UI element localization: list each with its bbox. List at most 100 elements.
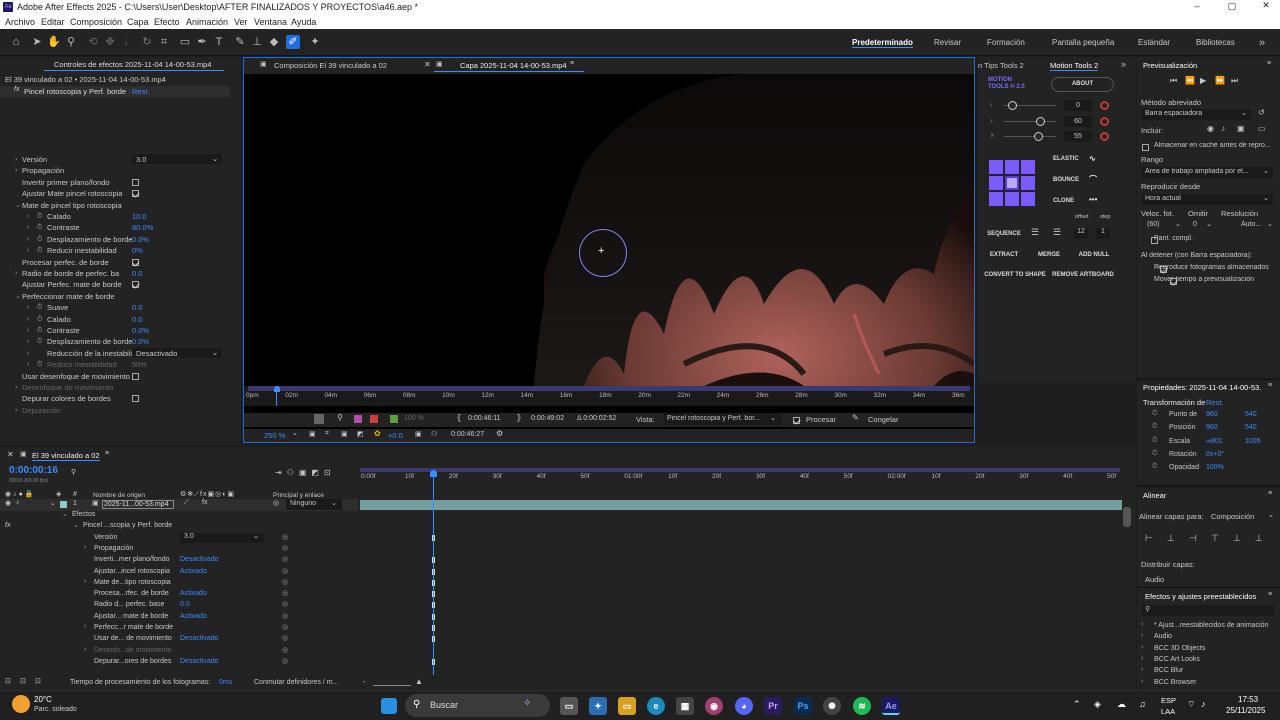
effect-prop-row[interactable]: ⌄ Perfeccionar mate de borde	[0, 291, 230, 302]
parent-link-header[interactable]: Principal y enlace	[273, 492, 324, 499]
roto-brush-tool-icon[interactable]: ✐	[286, 35, 300, 49]
properties-menu-icon[interactable]: ≡	[1268, 382, 1272, 389]
effect-prop-select[interactable]: Desactivado ⌄	[132, 347, 222, 358]
anchor-cell[interactable]	[1005, 176, 1019, 190]
effect-prop-row[interactable]: › Propagación	[0, 165, 230, 176]
out-point-icon[interactable]: ⦄	[516, 413, 522, 422]
timeline-switch-icons[interactable]: ⇥⚇▣◩⊡	[275, 468, 336, 477]
sequence-button[interactable]: SEQUENCE	[986, 227, 1022, 241]
twirl-icon[interactable]: ›	[84, 646, 86, 653]
property-value-1[interactable]: 100%	[1206, 464, 1224, 471]
dolly-tool-icon[interactable]: ↓	[119, 35, 133, 49]
effect-prop-value[interactable]: 10.0	[132, 211, 147, 222]
discord-icon[interactable]: ◕	[735, 697, 753, 715]
twirl-icon[interactable]: ›	[15, 165, 17, 176]
property-value-1[interactable]: 960	[1206, 411, 1218, 418]
tray-controller-icon[interactable]: ☁	[1117, 699, 1126, 710]
rectangle-tool-icon[interactable]: ▭	[178, 35, 192, 49]
effect-prop-row[interactable]: › ⏱ Desplazamiento de borde 0.0%	[0, 336, 230, 347]
sequence-left-icon[interactable]: ☰	[1031, 227, 1039, 238]
last-frame-icon[interactable]: ⏭	[1231, 76, 1238, 86]
timeline-tab[interactable]: El 39 vinculado a 02	[32, 451, 100, 461]
effect-prop-row[interactable]: ⌄ Mate de pincel tipo rotoscopia	[0, 200, 230, 211]
grid-icon[interactable]: ⌗	[325, 430, 329, 438]
show-snapshot-icon[interactable]: ⚇	[431, 430, 437, 438]
expand-icon[interactable]: ›	[1141, 678, 1143, 685]
effect-prop-checkbox[interactable]	[132, 258, 139, 266]
network-icon[interactable]: ⌔	[1187, 699, 1195, 710]
twirl-icon[interactable]: ⌄	[62, 510, 68, 518]
zoom-tool-icon[interactable]: ⚲	[64, 35, 78, 49]
property-value-1[interactable]: 960	[1206, 424, 1218, 431]
record-icon[interactable]	[1100, 116, 1109, 126]
stopwatch-icon[interactable]: ⏱	[37, 325, 42, 336]
effect-prop-row[interactable]: Usar desenfoque de movimiento	[0, 371, 230, 382]
effect-prop-value[interactable]: 0.0	[132, 314, 142, 325]
viewer-work-area[interactable]	[248, 386, 970, 391]
align-vcenter-icon[interactable]: ⊥	[1233, 533, 1241, 544]
effect-prop-row[interactable]: › ⏱ Contraste 80.0%	[0, 222, 230, 233]
effect-header-row[interactable]: fx Pincel rotoscopia y Perf. borde Rest.	[0, 86, 230, 97]
expression-pickwhip-icon[interactable]: ◎	[282, 544, 288, 552]
language-1[interactable]: ESP	[1161, 696, 1176, 705]
property-value-1[interactable]: ∞801	[1206, 438, 1223, 445]
motion-tools-tab[interactable]: Motion Tools 2	[1050, 61, 1099, 71]
effect-controls-tab[interactable]: Controles de efectos 2025-11-04 14-00-53…	[44, 59, 224, 71]
file-explorer-icon[interactable]: ▭	[618, 697, 636, 715]
in-point-icon[interactable]: ⦃	[456, 413, 462, 422]
effect-prop-checkbox[interactable]	[132, 178, 139, 186]
fast-preview-icon[interactable]	[314, 414, 324, 424]
twirl-icon[interactable]: ›	[15, 405, 17, 416]
stopwatch-icon[interactable]: ⏱	[37, 302, 42, 313]
timeline-prop-value[interactable]: Activado	[180, 568, 207, 575]
edge-icon[interactable]: e	[647, 697, 665, 715]
home-icon[interactable]: ⌂	[9, 35, 23, 49]
pen-tool-icon[interactable]: ✒	[195, 35, 209, 49]
timeline-prop-value[interactable]: Activado	[180, 590, 207, 597]
congelar-button[interactable]: Congelar	[868, 415, 898, 424]
color-swatch-green[interactable]	[390, 415, 398, 423]
anchor-cell[interactable]	[1005, 192, 1019, 206]
twirl-icon[interactable]: ›	[27, 325, 29, 336]
slider-knob[interactable]	[1008, 101, 1017, 110]
twirl-icon[interactable]: ›	[27, 359, 29, 370]
type-tool-icon[interactable]: T	[212, 35, 226, 49]
premiere-icon[interactable]: Pr	[764, 697, 782, 715]
freeze-icon[interactable]: ✎	[852, 413, 859, 422]
workspace-bibliotecas[interactable]: Bibliotecas	[1196, 38, 1235, 47]
anchor-cell[interactable]	[1021, 160, 1035, 174]
twirl-icon[interactable]: ›	[27, 222, 29, 233]
expand-icon[interactable]: ›	[1141, 632, 1143, 639]
effect-reset-link[interactable]: Rest.	[132, 87, 150, 96]
close-tab-icon[interactable]: ✕	[424, 60, 431, 69]
effect-prop-row[interactable]: › Versión 3.0 ⌄	[0, 154, 230, 165]
stopwatch-icon[interactable]: ⏱	[37, 314, 42, 325]
expression-pickwhip-icon[interactable]: ◎	[282, 533, 288, 541]
expand-icon[interactable]: ›	[1141, 621, 1143, 628]
spotify-icon[interactable]: ≋	[853, 697, 871, 715]
effect-prop-checkbox[interactable]	[132, 372, 139, 380]
menu-capa[interactable]: Capa	[127, 17, 149, 27]
expression-pickwhip-icon[interactable]: ◎	[282, 634, 288, 642]
brush-tool-icon[interactable]: ✎	[233, 35, 247, 49]
photoshop-icon[interactable]: Ps	[794, 697, 812, 715]
range-select[interactable]: Área de trabajo ampliada por el... ⌄	[1141, 167, 1273, 178]
clone-button[interactable]: CLONE •••	[1053, 194, 1113, 208]
stopwatch-icon[interactable]: ⏱	[37, 359, 42, 370]
expand-icon[interactable]: ›	[1141, 655, 1143, 662]
twirl-icon[interactable]: ›	[15, 154, 17, 165]
procesar-checkbox[interactable]	[793, 417, 800, 425]
menu-efecto[interactable]: Efecto	[154, 17, 180, 27]
align-top-icon[interactable]: ⊤	[1211, 533, 1219, 544]
layer-switches-header-icons[interactable]: ⚙✻⟋fx▣◎◐▣	[180, 490, 235, 499]
effect-prop-value[interactable]: 0.0	[132, 302, 142, 313]
twirl-icon[interactable]: ›	[84, 578, 86, 585]
skip-select[interactable]: 0 ⌄	[1191, 220, 1219, 231]
effect-prop-row[interactable]: Ajustar Perfec. mate de borde	[0, 279, 230, 290]
add-null-button[interactable]: ADD NULL	[1073, 248, 1115, 262]
expression-pickwhip-icon[interactable]: ◎	[282, 589, 288, 597]
include-overlays-icon[interactable]: ▣	[1237, 124, 1245, 133]
timeline-prop-value[interactable]: Desactivado	[180, 635, 219, 642]
clone-stamp-tool-icon[interactable]: ⊥	[250, 35, 264, 49]
slider-knob[interactable]	[1034, 132, 1043, 141]
